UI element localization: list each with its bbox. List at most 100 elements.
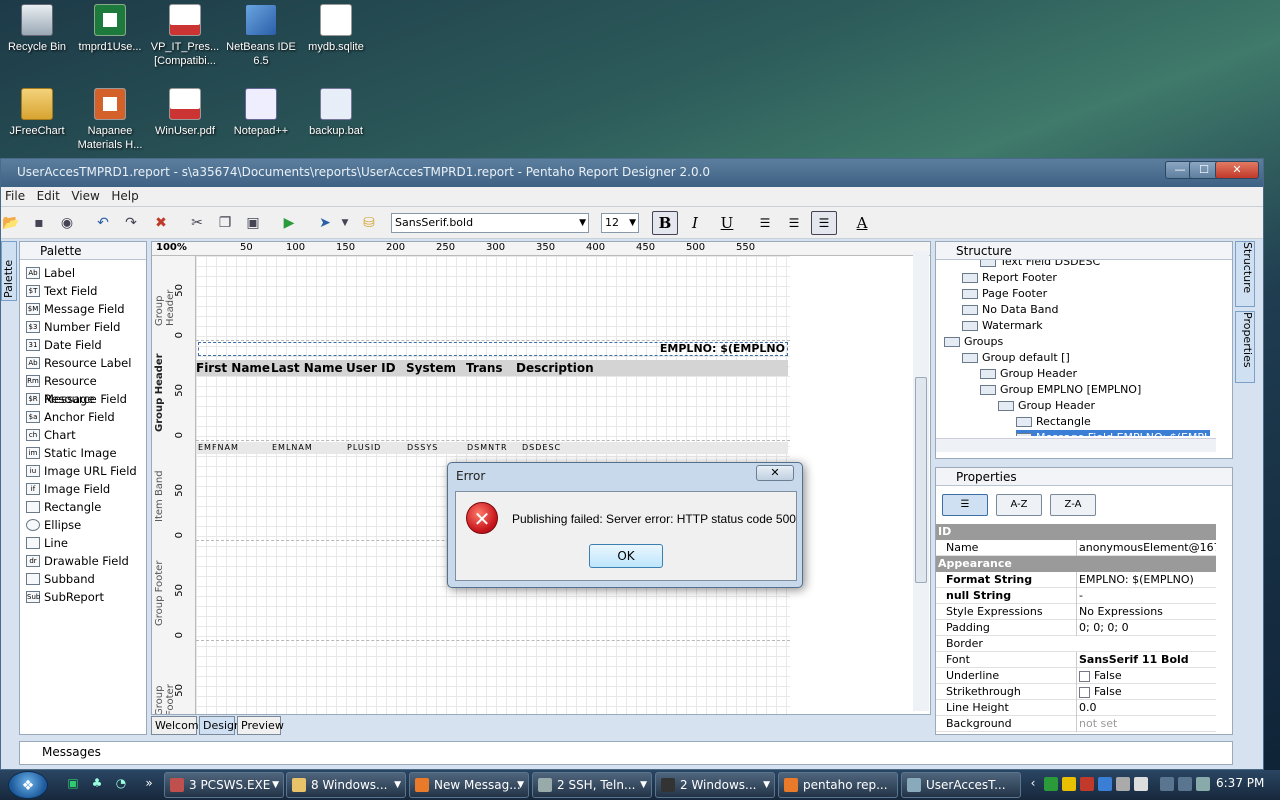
publish-dropdown-icon[interactable]: ▼ [335,213,355,233]
start-button[interactable]: ❖ [8,771,48,799]
header-system[interactable]: System [406,361,456,375]
menu-view[interactable]: View [67,187,103,205]
align-left-icon[interactable]: ☰ [752,211,778,235]
tree-node[interactable]: Group default [] [962,350,1070,366]
palette-item-rectangle[interactable]: Rectangle [20,498,146,516]
header-last-name[interactable]: Last Name [271,361,343,375]
taskbar-button[interactable]: 2 SSH, Teln... ▼ [532,772,652,798]
palette-item-number-field[interactable]: $3 Number Field [20,318,146,336]
tab-design[interactable]: Design [199,716,241,735]
tray-icon[interactable] [1134,777,1148,791]
palette-side-tab[interactable]: Palette [1,241,17,301]
properties-side-tab[interactable]: Properties [1235,311,1255,383]
palette-item-anchor-field[interactable]: $a Anchor Field [20,408,146,426]
field-emfnam[interactable]: EMFNAM [198,443,239,452]
tab-preview[interactable]: Preview [237,716,284,735]
dialog-close-button[interactable]: ✕ [756,465,794,481]
desktop-icon-sqlite[interactable]: mydb.sqlite [299,4,373,54]
desktop-icon-recycle-bin[interactable]: Recycle Bin [0,4,74,54]
tree-node[interactable]: Group Header [998,398,1095,414]
property-row[interactable]: Style Expressions No Expressions [936,604,1216,620]
palette-item-subreport[interactable]: Sub SubReport [20,588,146,606]
desktop-icon-napanee[interactable]: Napanee Materials H... [73,88,147,152]
font-family-select[interactable]: SansSerif.bold ▼ [391,213,589,233]
palette-item-message-field[interactable]: $M Message Field [20,300,146,318]
header-first-name[interactable]: First Name [196,361,270,375]
font-color-button[interactable]: A [849,211,875,235]
run-icon[interactable]: ▶ [279,213,299,233]
property-value[interactable]: SansSerif 11 Bold [1076,652,1216,668]
checkbox[interactable] [1079,670,1090,682]
palette-item-chart[interactable]: ch Chart [20,426,146,444]
desktop-icon-notepadpp[interactable]: Notepad++ [224,88,298,138]
field-plusid[interactable]: PLUSID [347,443,381,452]
message-field-element[interactable]: EMPLNO: $(EMPLNO [198,342,788,356]
palette-item-image-url-field[interactable]: iu Image URL Field [20,462,146,480]
menu-help[interactable]: Help [107,187,142,205]
delete-icon[interactable]: ✖ [151,213,171,233]
bold-button[interactable]: B [652,211,678,235]
clock[interactable]: 6:37 PM [1216,776,1264,790]
property-value[interactable]: 0; 0; 0; 0 [1076,620,1216,636]
tray-icon[interactable] [1116,777,1130,791]
tab-welcome[interactable]: Welcome [151,716,205,735]
tray-icon[interactable] [1098,777,1112,791]
ok-button[interactable]: OK [589,544,663,568]
property-row[interactable]: Name anonymousElement@167... [936,540,1216,556]
property-value[interactable]: not set [1076,716,1216,732]
taskbar-button[interactable]: 8 Windows... ▼ [286,772,406,798]
palette-item-text-field[interactable]: $T Text Field [20,282,146,300]
tray-icon[interactable] [1044,777,1058,791]
palette-item-date-field[interactable]: 31 Date Field [20,336,146,354]
palette-item-line[interactable]: Line [20,534,146,552]
header-trans[interactable]: Trans [466,361,503,375]
tree-node[interactable]: Watermark [962,318,1043,334]
desktop-icon-backup[interactable]: backup.bat [299,88,373,138]
menu-edit[interactable]: Edit [33,187,64,205]
underline-button[interactable]: U [714,211,740,235]
volume-icon[interactable] [1196,777,1210,791]
align-right-icon[interactable]: ☰ [811,211,837,235]
canvas-vertical-scrollbar[interactable] [913,251,929,711]
field-dssys[interactable]: DSSYS [407,443,438,452]
window-titlebar[interactable]: UserAccesTMPRD1.report - s\a35674\Docume… [1,159,1263,187]
network-icon[interactable] [1160,777,1174,791]
menu-file[interactable]: File [1,187,29,205]
property-value[interactable]: False [1076,684,1216,700]
close-button[interactable]: ✕ [1215,161,1259,179]
tree-node[interactable]: Page Footer [962,286,1047,302]
desktop-icon-excel[interactable]: tmprd1Use... [73,4,147,54]
quicklaunch-icon[interactable]: ◔ [112,776,130,794]
property-value[interactable]: anonymousElement@167... [1076,540,1216,556]
palette-item-image-field[interactable]: if Image Field [20,480,146,498]
palette-item-ellipse[interactable]: Ellipse [20,516,146,534]
messages-panel[interactable]: Messages [19,741,1233,765]
property-category[interactable]: ID [936,524,1216,540]
sort-descending-button[interactable]: Z-A [1050,494,1096,516]
sort-ascending-button[interactable]: A-Z [996,494,1042,516]
property-value[interactable]: 0.0 [1076,700,1216,716]
property-row[interactable]: Underline False [936,668,1216,684]
tree-node[interactable]: No Data Band [962,302,1058,318]
property-value[interactable]: EMPLNO: $(EMPLNO) [1076,572,1216,588]
property-row[interactable]: Format String EMPLNO: $(EMPLNO) [936,572,1216,588]
field-dsdesc[interactable]: DSDESC [522,443,561,452]
categorized-view-button[interactable]: ☰ [942,494,988,516]
zoom-level[interactable]: 100% [156,242,187,253]
tree-node[interactable]: Text Field DSDESC [980,260,1100,270]
property-category[interactable]: Appearance [936,556,1216,572]
publish-icon[interactable]: ➤ [315,213,335,233]
taskbar-button[interactable]: 2 Windows... ▼ [655,772,775,798]
quicklaunch-icon[interactable]: ▣ [64,776,82,794]
palette-item-static-image[interactable]: im Static Image [20,444,146,462]
taskbar-button[interactable]: UserAccesT... [901,772,1021,798]
palette-item-resource-label[interactable]: Ab Resource Label [20,354,146,372]
property-row[interactable]: Padding 0; 0; 0; 0 [936,620,1216,636]
font-size-select[interactable]: 12 ▼ [601,213,639,233]
italic-button[interactable]: I [682,211,708,235]
tree-node[interactable]: Message Field EMPLNO: $(EMPL [1016,430,1211,436]
tray-icon[interactable] [1080,777,1094,791]
header-description[interactable]: Description [516,361,594,375]
tree-node[interactable]: Group Header [980,366,1077,382]
property-value[interactable]: No Expressions [1076,604,1216,620]
